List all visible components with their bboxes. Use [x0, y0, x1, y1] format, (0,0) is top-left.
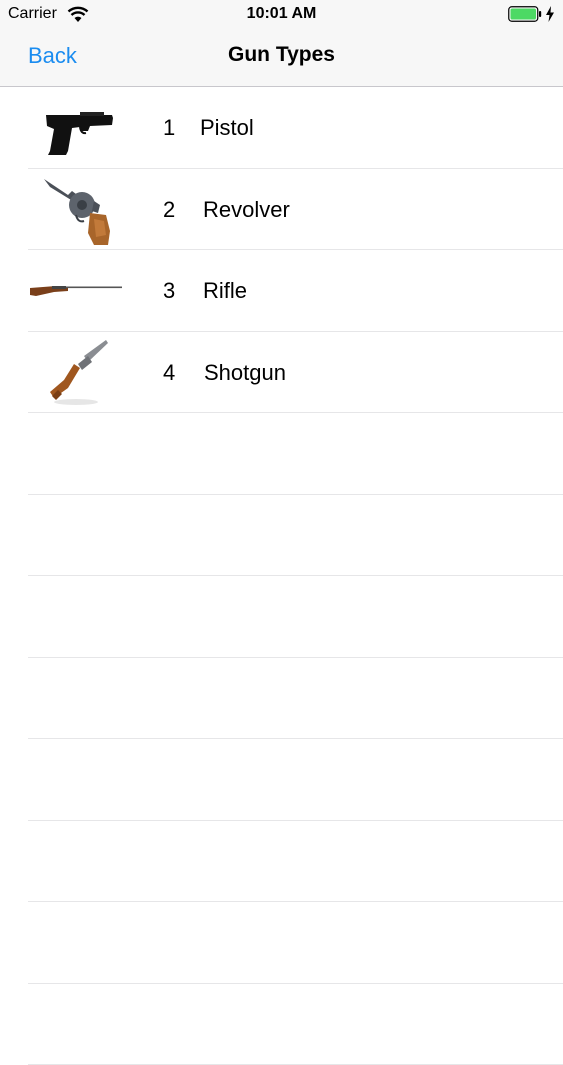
status-time: 10:01 AM — [0, 5, 563, 23]
gun-types-table: 1 Pistol 2 Revolver 3 Rifle — [0, 87, 563, 1065]
table-row-shotgun[interactable]: 4 Shotgun — [0, 332, 563, 414]
row-label: Pistol — [200, 115, 254, 141]
status-bar: Carrier 10:01 AM — [0, 0, 563, 30]
row-number: 3 — [163, 278, 175, 304]
battery-icon — [508, 6, 542, 22]
empty-row — [0, 495, 563, 577]
row-number: 1 — [163, 115, 175, 141]
empty-row — [0, 821, 563, 903]
rifle-icon — [28, 256, 124, 326]
empty-row — [0, 984, 563, 1065]
empty-row — [0, 658, 563, 740]
revolver-icon — [28, 175, 124, 245]
charging-bolt-icon — [545, 6, 555, 22]
table-row-revolver[interactable]: 2 Revolver — [0, 169, 563, 251]
pistol-icon — [28, 93, 124, 163]
row-label: Rifle — [203, 278, 247, 304]
row-number: 2 — [163, 197, 175, 223]
empty-row — [0, 413, 563, 495]
row-label: Revolver — [203, 197, 290, 223]
table-row-rifle[interactable]: 3 Rifle — [0, 250, 563, 332]
row-number: 4 — [163, 360, 175, 386]
empty-row — [0, 576, 563, 658]
empty-row — [0, 739, 563, 821]
shotgun-icon — [28, 338, 124, 408]
table-row-pistol[interactable]: 1 Pistol — [0, 87, 563, 169]
row-label: Shotgun — [204, 360, 286, 386]
navigation-bar: Back Gun Types — [0, 30, 563, 87]
empty-row — [0, 902, 563, 984]
page-title: Gun Types — [0, 43, 563, 67]
